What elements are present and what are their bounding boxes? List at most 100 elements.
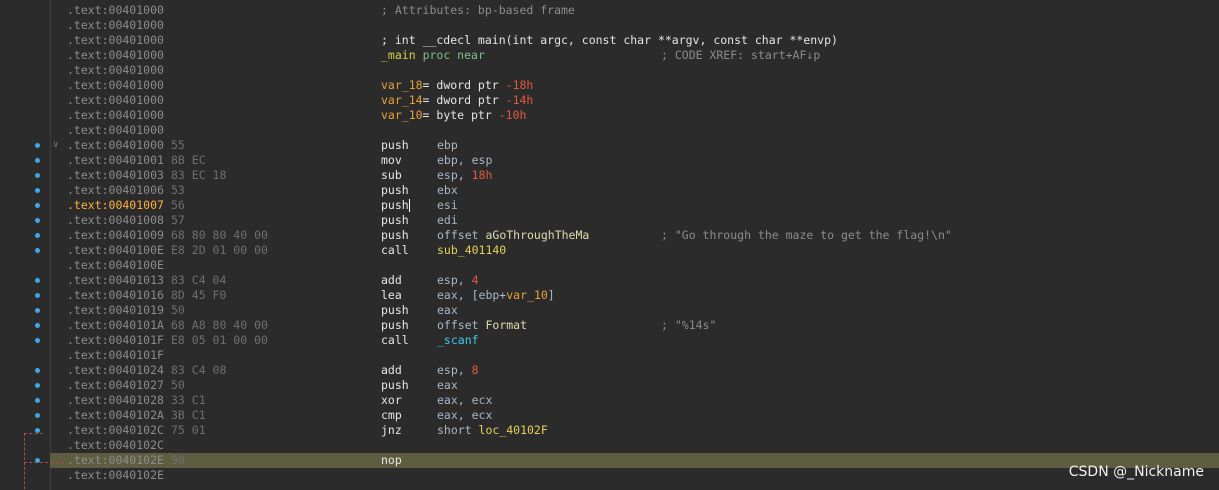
line-address[interactable]: .text:00401000 [67,3,164,18]
variable-name[interactable]: var_14 [381,93,423,107]
breakpoint-dot-icon[interactable] [35,323,40,328]
instruction-operands[interactable]: esp, 18h [437,168,492,183]
variable-name[interactable]: var_18 [381,78,423,92]
listing-line[interactable]: .text:00401000 [0,18,1219,33]
listing-line[interactable]: .text:00401001 8B EC mov ebp, esp [0,153,1219,168]
line-address[interactable]: .text:00401008 [67,213,164,228]
listing-line[interactable]: .text:00401009 68 80 80 40 00 push offset a… [0,228,1219,243]
listing-line[interactable]: .text:00401008 57 push edi [0,213,1219,228]
listing-line[interactable]: .text:0040100E E8 2D 01 00 00 call sub_4011… [0,243,1219,258]
instruction-mnemonic[interactable]: xor [381,393,402,408]
instruction-operands[interactable]: eax, ecx [437,393,492,408]
line-address[interactable]: .text:00401013 [67,273,164,288]
instruction-mnemonic[interactable]: call [381,333,409,348]
line-address[interactable]: .text:0040102C [67,423,164,438]
operand-symbol[interactable]: aGoThroughTheMa [485,228,589,242]
proc-name[interactable]: _main [381,48,416,62]
line-address[interactable]: .text:00401024 [67,363,164,378]
line-address[interactable]: .text:0040102E [67,468,164,483]
listing-line[interactable]: ∨ .text:00401000 55 push ebp [0,138,1219,153]
breakpoint-dot-icon[interactable] [35,293,40,298]
listing-line[interactable]: .text:00401028 33 C1 xor eax, ecx [0,393,1219,408]
breakpoint-dot-icon[interactable] [35,338,40,343]
listing-line[interactable]: .text:00401007 56 push esi [0,198,1219,213]
breakpoint-dot-icon[interactable] [35,308,40,313]
line-address[interactable]: .text:00401000 [67,138,164,153]
instruction-operands[interactable]: eax [437,378,458,393]
instruction-mnemonic[interactable]: cmp [381,408,402,423]
instruction-operands[interactable]: eax [437,303,458,318]
breakpoint-dot-icon[interactable] [35,233,40,238]
line-address[interactable]: .text:0040100E [67,258,164,273]
instruction-operands[interactable]: edi [437,213,458,228]
line-address[interactable]: .text:00401028 [67,393,164,408]
instruction-mnemonic[interactable]: sub [381,168,402,183]
instruction-mnemonic[interactable]: push [381,303,409,318]
line-address[interactable]: .text:00401000 [67,123,164,138]
instruction-operands[interactable]: offset Format [437,318,527,333]
listing-line[interactable]: .text:0040102E 90 nop [0,453,1219,468]
line-address[interactable]: .text:00401000 [67,48,164,63]
operand-call-target[interactable]: sub_401140 [437,243,506,257]
listing-line[interactable]: .text:00401016 8D 45 F0 lea eax, [ebp+var_1… [0,288,1219,303]
line-address[interactable]: .text:00401009 [67,228,164,243]
line-address[interactable]: .text:0040102C [67,438,164,453]
listing-line[interactable]: .text:00401024 83 C4 08 add esp, 8 [0,363,1219,378]
line-address[interactable]: .text:0040100E [67,243,164,258]
listing-line[interactable]: .text:0040102A 3B C1 cmp eax, ecx [0,408,1219,423]
breakpoint-dot-icon[interactable] [35,188,40,193]
listing-line[interactable]: .text:00401000 _main proc near ; CODE XREF… [0,48,1219,63]
instruction-mnemonic[interactable]: push [381,198,410,213]
disassembly-view[interactable]: .text:00401000 ; Attributes: bp-based fra… [0,0,1219,490]
instruction-mnemonic[interactable]: add [381,273,402,288]
breakpoint-dot-icon[interactable] [35,413,40,418]
listing-line[interactable]: .text:00401027 50 push eax [0,378,1219,393]
listing-line[interactable]: .text:00401000 [0,63,1219,78]
instruction-operands[interactable]: _scanf [437,333,479,348]
instruction-operands[interactable]: short loc_40102F [437,423,548,438]
breakpoint-dot-icon[interactable] [35,203,40,208]
breakpoint-dot-icon[interactable] [35,368,40,373]
instruction-mnemonic[interactable]: nop [381,453,402,468]
xref-comment[interactable]: ; CODE XREF: start+AF↓p [661,48,820,63]
breakpoint-dot-icon[interactable] [35,383,40,388]
instruction-mnemonic[interactable]: push [381,378,409,393]
instruction-mnemonic[interactable]: call [381,243,409,258]
listing-line[interactable]: .text:00401000 var_14= dword ptr -14h [0,93,1219,108]
instruction-mnemonic[interactable]: lea [381,288,402,303]
breakpoint-dot-icon[interactable] [35,248,40,253]
line-address[interactable]: .text:00401000 [67,33,164,48]
line-address[interactable]: .text:00401000 [67,78,164,93]
instruction-mnemonic[interactable]: jnz [381,423,402,438]
collapse-chevron-icon[interactable]: ∨ [53,138,58,153]
line-address[interactable]: .text:00401000 [67,63,164,78]
listing-line[interactable]: .text:00401000 ; int __cdecl main(int arg… [0,33,1219,48]
instruction-mnemonic[interactable]: mov [381,153,402,168]
listing-line[interactable]: .text:0040101F E8 05 01 00 00 call _scanf [0,333,1219,348]
listing-line[interactable]: .text:00401000 ; Attributes: bp-based fra… [0,3,1219,18]
line-address[interactable]: .text:00401003 [67,168,164,183]
breakpoint-dot-icon[interactable] [35,278,40,283]
breakpoint-dot-icon[interactable] [35,158,40,163]
breakpoint-dot-icon[interactable] [35,143,40,148]
instruction-mnemonic[interactable]: push [381,183,409,198]
listing-line[interactable]: .text:00401019 50 push eax [0,303,1219,318]
listing-line[interactable]: .text:00401000 [0,123,1219,138]
instruction-mnemonic[interactable]: push [381,318,409,333]
line-address[interactable]: .text:00401016 [67,288,164,303]
variable-name[interactable]: var_10 [381,108,423,122]
listing-line[interactable]: .text:00401000 var_10= byte ptr -10h [0,108,1219,123]
line-address[interactable]: .text:0040102A [67,408,164,423]
listing-line[interactable]: .text:0040102C [0,438,1219,453]
instruction-operands[interactable]: esp, 4 [437,273,479,288]
line-address[interactable]: .text:00401000 [67,18,164,33]
instruction-mnemonic[interactable]: push [381,228,409,243]
disassembly-listing[interactable]: .text:00401000 ; Attributes: bp-based fra… [0,3,1219,483]
instruction-operands[interactable]: ebx [437,183,458,198]
line-address[interactable]: .text:00401007 [67,198,164,213]
instruction-operands[interactable]: offset aGoThroughTheMa [437,228,589,243]
line-address[interactable]: .text:0040101F [67,333,164,348]
listing-line[interactable]: .text:0040101F [0,348,1219,363]
line-address[interactable]: .text:00401006 [67,183,164,198]
instruction-operands[interactable]: eax, ecx [437,408,492,423]
